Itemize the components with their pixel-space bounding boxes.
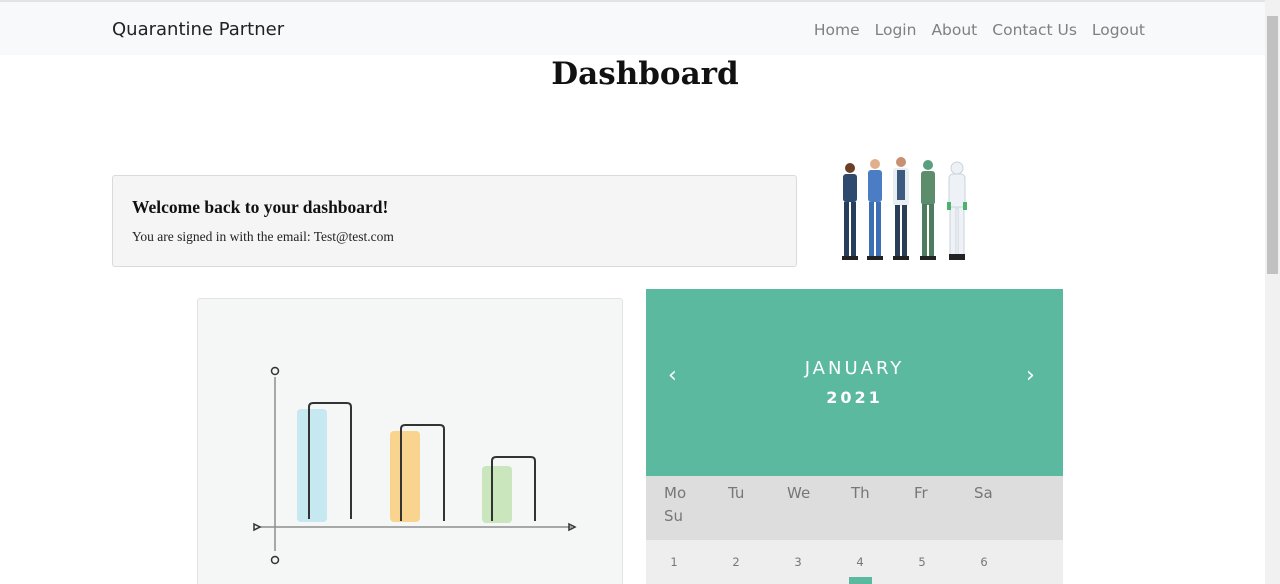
weekday-mo: Mo bbox=[664, 484, 687, 502]
calendar-widget: ‹ JANUARY 2021 › Mo Tu We Th Fr Sa Su 1 … bbox=[646, 289, 1063, 584]
welcome-heading: Welcome back to your dashboard! bbox=[132, 197, 389, 217]
welcome-card: Welcome back to your dashboard! You are … bbox=[112, 175, 797, 267]
worker-figure bbox=[842, 163, 858, 260]
nav-links: Home Login About Contact Us Logout bbox=[814, 21, 1145, 39]
chevron-right-icon[interactable]: › bbox=[1026, 363, 1035, 388]
worker-figure bbox=[920, 160, 936, 260]
brand-name[interactable]: Quarantine Partner bbox=[112, 19, 284, 40]
calendar-weekdays: Mo Tu We Th Fr Sa Su bbox=[646, 476, 1063, 540]
calendar-day[interactable]: 5 bbox=[910, 555, 934, 569]
chart-illustration-card bbox=[197, 298, 623, 584]
chart-bar-orange bbox=[390, 431, 420, 522]
nav-link-home[interactable]: Home bbox=[814, 21, 860, 39]
navbar: Quarantine Partner Home Login About Cont… bbox=[0, 0, 1265, 55]
worker-figure bbox=[867, 159, 883, 260]
weekday-su: Su bbox=[664, 507, 684, 525]
bar-chart-illustration bbox=[253, 366, 577, 565]
page-title: Dashboard bbox=[551, 56, 739, 92]
calendar-day[interactable]: 2 bbox=[724, 555, 748, 569]
calendar-year: 2021 bbox=[826, 388, 883, 407]
calendar-today-highlight[interactable] bbox=[849, 577, 872, 584]
weekday-we: We bbox=[787, 484, 811, 502]
worker-figure bbox=[947, 161, 967, 260]
chart-bar-green bbox=[482, 466, 512, 523]
axis-arrow-left-icon bbox=[253, 522, 262, 532]
scrollbar-thumb[interactable] bbox=[1267, 16, 1278, 274]
calendar-days: 1 2 3 4 5 6 bbox=[646, 540, 1063, 584]
axis-end-circle-icon bbox=[270, 366, 280, 376]
weekday-th: Th bbox=[851, 484, 870, 502]
welcome-email-text: You are signed in with the email: Test@t… bbox=[132, 229, 394, 244]
calendar-day[interactable]: 6 bbox=[972, 555, 996, 569]
healthcare-workers-illustration bbox=[842, 157, 967, 260]
nav-link-about[interactable]: About bbox=[931, 21, 977, 39]
calendar-day[interactable]: 3 bbox=[786, 555, 810, 569]
weekday-fr: Fr bbox=[914, 484, 928, 502]
calendar-header: ‹ JANUARY 2021 › bbox=[646, 289, 1063, 476]
calendar-day[interactable]: 4 bbox=[848, 555, 872, 569]
worker-figure bbox=[893, 157, 909, 260]
weekday-sa: Sa bbox=[974, 484, 993, 502]
weekday-tu: Tu bbox=[728, 484, 745, 502]
calendar-day[interactable]: 1 bbox=[662, 555, 686, 569]
axis-end-circle-icon bbox=[270, 555, 280, 565]
chart-bar-blue bbox=[297, 409, 327, 522]
calendar-month: JANUARY bbox=[804, 358, 905, 379]
nav-link-login[interactable]: Login bbox=[875, 21, 917, 39]
nav-link-contact[interactable]: Contact Us bbox=[992, 21, 1077, 39]
nav-link-logout[interactable]: Logout bbox=[1092, 21, 1145, 39]
